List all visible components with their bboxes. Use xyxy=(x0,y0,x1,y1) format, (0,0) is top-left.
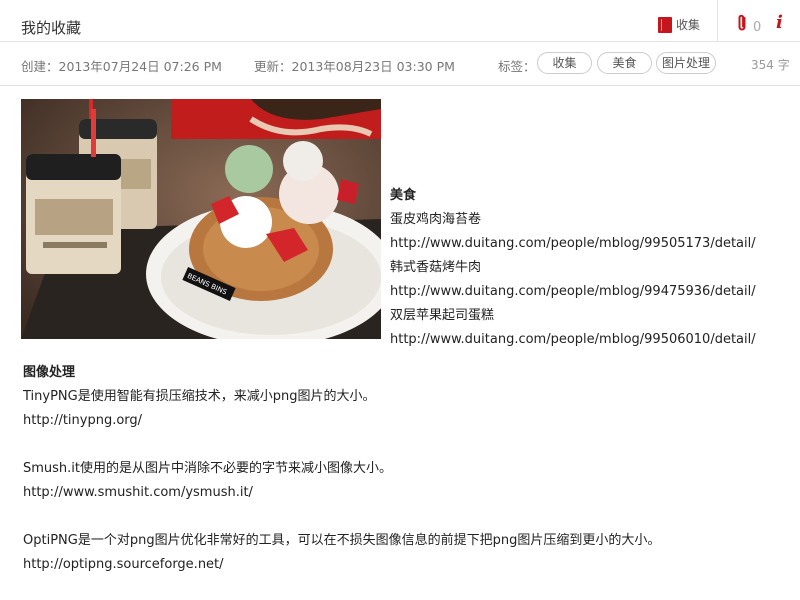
info-icon[interactable]: i xyxy=(776,14,783,32)
collect-label: 收集 xyxy=(676,18,701,32)
notebook-icon xyxy=(658,16,672,33)
food-heading: 美食 xyxy=(390,188,417,203)
created-date: 创建：2013年07月24日 07:26 PM xyxy=(21,59,222,74)
note-meta-bar: 创建：2013年07月24日 07:26 PM 更新：2013年08月23日 0… xyxy=(0,42,800,86)
food-photo: BEANS BINS xyxy=(21,99,381,339)
tag-food[interactable]: 美食 xyxy=(597,52,652,74)
note-header: 我的收藏 收集 0 i xyxy=(0,0,800,42)
tags-label: 标签： xyxy=(498,59,536,74)
paperclip-icon xyxy=(736,14,748,36)
note-title: 我的收藏 xyxy=(21,19,82,37)
header-divider xyxy=(717,0,718,42)
word-count: 354 字 xyxy=(751,58,790,72)
optipng-description: OptiPNG是一个对png图片优化非常好的工具，可以在不损失图像信息的前提下把… xyxy=(23,533,661,548)
tinypng-link[interactable]: http://tinypng.org/ xyxy=(23,413,142,428)
recipe-title: 韩式香菇烤牛肉 xyxy=(390,260,482,275)
recipe-title: 蛋皮鸡肉海苔卷 xyxy=(390,212,482,227)
tag-image-processing[interactable]: 图片处理 xyxy=(656,52,716,74)
smushit-description: Smush.it使用的是从图片中消除不必要的字节来减小图像大小。 xyxy=(23,461,393,476)
attachment-button[interactable]: 0 xyxy=(736,14,761,36)
recipe-link[interactable]: http://www.duitang.com/people/mblog/9947… xyxy=(390,284,756,299)
optipng-link[interactable]: http://optipng.sourceforge.net/ xyxy=(23,557,224,572)
attachment-count: 0 xyxy=(753,19,762,35)
smushit-link[interactable]: http://www.smushit.com/ysmush.it/ xyxy=(23,485,253,500)
image-processing-heading: 图像处理 xyxy=(23,365,76,380)
recipe-link[interactable]: http://www.duitang.com/people/mblog/9950… xyxy=(390,236,756,251)
collect-button[interactable]: 收集 xyxy=(658,16,700,33)
tinypng-description: TinyPNG是使用智能有损压缩技术，来减小png图片的大小。 xyxy=(23,389,376,404)
updated-date: 更新：2013年08月23日 03:30 PM xyxy=(254,59,455,74)
recipe-title: 双层苹果起司蛋糕 xyxy=(390,308,495,323)
tag-collect[interactable]: 收集 xyxy=(537,52,592,74)
image-processing-section: 图像处理 TinyPNG是使用智能有损压缩技术，来减小png图片的大小。 htt… xyxy=(23,361,660,577)
recipe-link[interactable]: http://www.duitang.com/people/mblog/9950… xyxy=(390,332,756,347)
food-section: 美食 蛋皮鸡肉海苔卷 http://www.duitang.com/people… xyxy=(390,184,756,352)
